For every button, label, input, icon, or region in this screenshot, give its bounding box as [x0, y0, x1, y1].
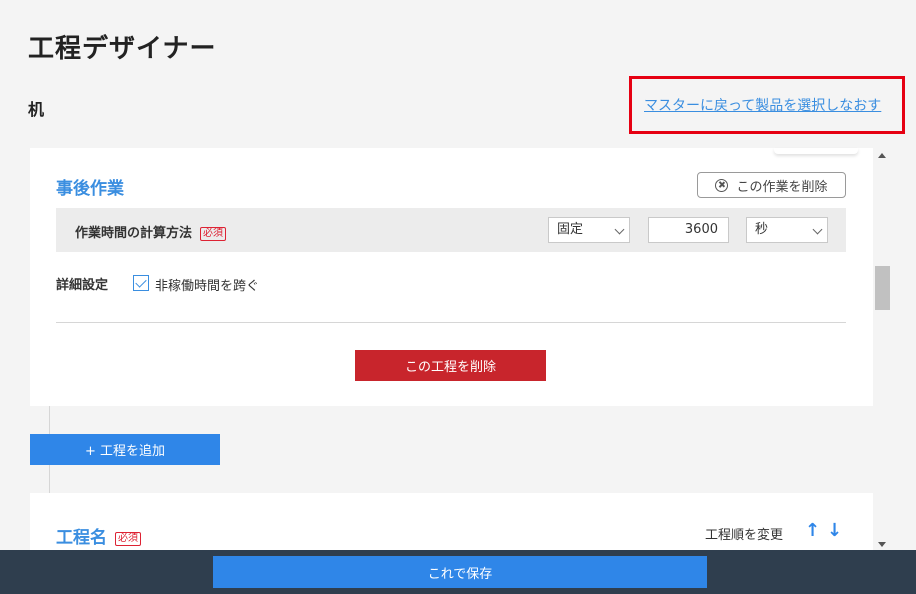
detail-settings-label: 詳細設定: [56, 278, 109, 293]
chevron-down-icon: [812, 224, 823, 235]
card-tab-edge: [774, 148, 858, 154]
time-calc-label-text: 作業時間の計算方法: [75, 226, 193, 241]
scroll-thumb[interactable]: [875, 266, 890, 310]
scroll-up-arrow-icon[interactable]: [878, 153, 886, 158]
process-scroll-area[interactable]: 事後作業 この作業を削除 作業時間の計算方法 必須 固定 3600 秒 詳細設定 …: [0, 146, 873, 550]
skip-nonworking-checkbox[interactable]: [133, 275, 149, 291]
time-calc-label: 作業時間の計算方法 必須: [75, 222, 227, 241]
calc-method-value: 固定: [557, 222, 584, 237]
delete-task-button[interactable]: この作業を削除: [697, 172, 846, 198]
process-name-label: 工程名: [56, 528, 107, 548]
process-name-title: 工程名 必須: [56, 523, 141, 548]
scroll-down-arrow-icon[interactable]: [878, 542, 886, 547]
time-calc-row: 作業時間の計算方法 必須 固定 3600 秒: [56, 208, 846, 252]
vertical-scrollbar[interactable]: [873, 146, 892, 550]
product-name: 机: [28, 100, 45, 119]
page-title: 工程デザイナー: [28, 34, 217, 64]
save-button[interactable]: これで保存: [213, 556, 707, 588]
chevron-down-icon: [614, 224, 625, 235]
add-process-button[interactable]: + 工程を追加: [30, 434, 220, 465]
required-badge: 必須: [115, 532, 141, 546]
task-section-title: 事後作業: [56, 179, 124, 199]
delete-process-button[interactable]: この工程を削除: [355, 350, 546, 381]
arrow-down-icon[interactable]: ↓: [827, 520, 842, 541]
reorder-label: 工程順を変更: [705, 528, 784, 543]
required-badge: 必須: [200, 227, 227, 241]
skip-nonworking-label[interactable]: 非稼働時間を跨ぐ: [155, 275, 259, 294]
task-card: 事後作業 この作業を削除 作業時間の計算方法 必須 固定 3600 秒 詳細設定 …: [30, 148, 873, 406]
calc-method-select[interactable]: 固定: [548, 217, 630, 243]
back-to-master-link[interactable]: マスターに戻って製品を選択しなおす: [644, 95, 881, 115]
circle-x-icon: [715, 178, 729, 192]
next-process-card: 工程名 必須 工程順を変更 ↑ ↓: [30, 493, 873, 550]
time-unit-value: 秒: [755, 222, 769, 237]
arrow-up-icon[interactable]: ↑: [805, 520, 820, 541]
footer-bar: これで保存: [0, 550, 916, 594]
duration-input[interactable]: 3600: [648, 217, 729, 243]
time-unit-select[interactable]: 秒: [746, 217, 828, 243]
section-divider: [56, 322, 846, 323]
delete-task-label: この作業を削除: [736, 179, 828, 195]
